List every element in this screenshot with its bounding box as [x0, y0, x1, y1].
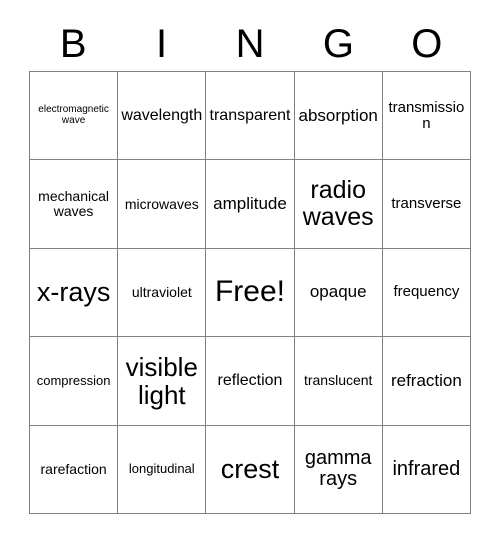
- bingo-cell-label: reflection: [217, 372, 283, 390]
- header-letter-b: B: [59, 21, 87, 66]
- bingo-cell-i3[interactable]: ultraviolet: [118, 248, 207, 338]
- bingo-cell-label: infrared: [392, 457, 461, 480]
- bingo-cell-i4[interactable]: visible light: [118, 337, 207, 426]
- bingo-cell-label: x-rays: [36, 276, 111, 307]
- bingo-cell-g4[interactable]: translucent: [294, 337, 383, 426]
- bingo-grid: electromagnetic wave wavelength transpar…: [29, 71, 471, 514]
- bingo-cell-n5[interactable]: crest: [206, 425, 295, 514]
- bingo-cell-o1[interactable]: transmission: [382, 72, 471, 161]
- bingo-cell-label: transmission: [388, 98, 465, 132]
- bingo-cell-label: frequency: [393, 283, 460, 301]
- bingo-cell-label: visible light: [125, 351, 198, 410]
- bingo-cell-n1[interactable]: transparent: [206, 72, 295, 161]
- bingo-cell-i2[interactable]: microwaves: [118, 160, 207, 249]
- bingo-cell-label: mechanical waves: [38, 187, 109, 220]
- bingo-cell-b1[interactable]: electromagnetic wave: [30, 72, 119, 161]
- bingo-cell-b2[interactable]: mechanical waves: [30, 160, 119, 249]
- header-letter-n: N: [235, 21, 265, 66]
- bingo-cell-label: gamma rays: [304, 446, 372, 491]
- bingo-cell-label: amplitude: [213, 193, 287, 213]
- bingo-cell-label: microwaves: [124, 195, 199, 212]
- header-letter-o: O: [411, 21, 443, 66]
- bingo-cell-label: translucent: [303, 372, 373, 389]
- bingo-cell-b4[interactable]: compression: [30, 337, 119, 426]
- bingo-cell-label: compression: [36, 372, 111, 388]
- bingo-cell-g2[interactable]: radio waves: [294, 160, 383, 249]
- bingo-cell-label: opaque: [309, 282, 367, 302]
- bingo-cell-o2[interactable]: transverse: [382, 160, 471, 249]
- bingo-cell-g5[interactable]: gamma rays: [294, 425, 383, 514]
- bingo-cell-label: crest: [220, 453, 280, 484]
- bingo-cell-label: longitudinal: [128, 461, 195, 477]
- bingo-cell-label: transverse: [391, 195, 462, 212]
- bingo-cell-n4[interactable]: reflection: [206, 337, 295, 426]
- bingo-cell-i1[interactable]: wavelength: [118, 72, 207, 161]
- bingo-cell-label: electromagnetic wave: [38, 103, 109, 126]
- bingo-cell-b5[interactable]: rarefaction: [30, 425, 119, 514]
- bingo-cell-o5[interactable]: infrared: [382, 425, 471, 514]
- bingo-cell-o3[interactable]: frequency: [382, 248, 471, 338]
- bingo-cell-b3[interactable]: x-rays: [30, 248, 119, 338]
- bingo-cell-g3[interactable]: opaque: [294, 248, 383, 338]
- header-letter-g: G: [322, 21, 354, 66]
- bingo-cell-label: absorption: [298, 105, 378, 125]
- bingo-cell-free[interactable]: Free!: [206, 248, 295, 338]
- bingo-cell-label: ultraviolet: [131, 283, 192, 300]
- bingo-free-label: Free!: [214, 275, 285, 309]
- bingo-cell-o4[interactable]: refraction: [382, 337, 471, 426]
- bingo-header: B I N G O: [29, 16, 471, 71]
- bingo-cell-i5[interactable]: longitudinal: [118, 425, 207, 514]
- bingo-cell-label: rarefaction: [40, 460, 107, 477]
- bingo-cell-label: refraction: [390, 370, 462, 390]
- bingo-cell-label: wavelength: [121, 107, 203, 125]
- header-letter-i: I: [156, 21, 168, 66]
- bingo-cell-label: transparent: [209, 107, 291, 125]
- bingo-cell-label: radio waves: [302, 176, 374, 232]
- bingo-card: B I N G O electromagnetic wave wavelengt…: [0, 0, 500, 544]
- bingo-cell-g1[interactable]: absorption: [294, 72, 383, 161]
- bingo-cell-n2[interactable]: amplitude: [206, 160, 295, 249]
